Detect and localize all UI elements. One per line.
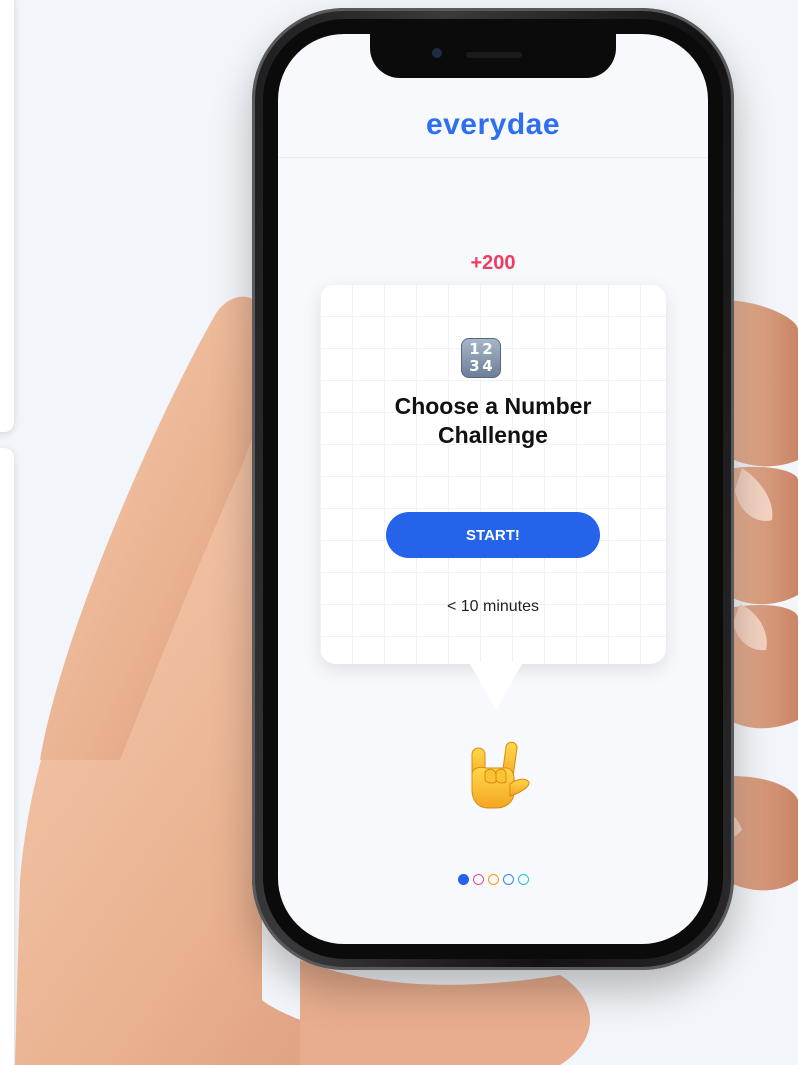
challenge-title: Choose a Number Challenge — [320, 392, 666, 450]
icon-digit: 1 — [469, 340, 480, 358]
phone-frame: everydae +200 1 2 3 4 Choose a Number Ch… — [252, 8, 734, 970]
phone-notch — [370, 34, 616, 78]
love-you-gesture-icon — [471, 741, 530, 809]
icon-digit: 3 — [469, 357, 480, 375]
app-header: everydae — [278, 92, 708, 158]
pagination-dot[interactable] — [502, 874, 514, 885]
pagination-dot[interactable] — [457, 874, 469, 885]
brand-logo[interactable]: everydae — [426, 108, 560, 142]
pagination-dot[interactable] — [472, 874, 484, 885]
challenge-title-line: Choose a Number — [394, 393, 592, 419]
challenge-title-line: Challenge — [438, 422, 548, 448]
icon-digit: 4 — [482, 357, 493, 375]
start-button[interactable]: START! — [386, 512, 600, 558]
card-pointer-tail — [469, 662, 523, 710]
duration-label: < 10 minutes — [446, 598, 540, 615]
phone-screen: everydae +200 1 2 3 4 Choose a Number Ch… — [278, 34, 708, 944]
front-camera-icon — [432, 48, 442, 58]
challenge-card[interactable]: 1 2 3 4 Choose a Number Challenge START!… — [320, 284, 666, 710]
earpiece-speaker — [466, 52, 522, 58]
pagination-dot[interactable] — [487, 874, 499, 885]
input-numbers-icon: 1 2 3 4 — [461, 338, 501, 378]
points-reward: +200 — [470, 252, 516, 274]
pagination-dots — [278, 874, 708, 885]
icon-digit: 2 — [482, 340, 493, 358]
pagination-dot[interactable] — [517, 874, 529, 885]
